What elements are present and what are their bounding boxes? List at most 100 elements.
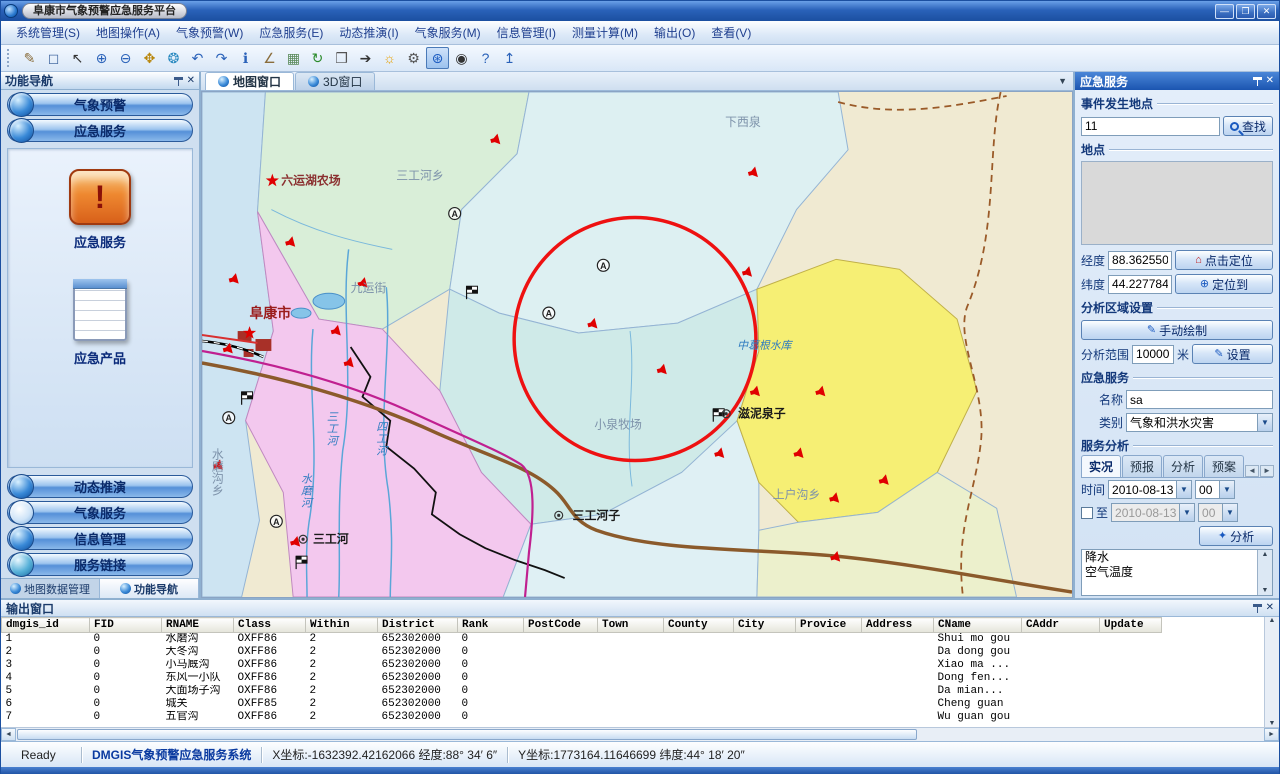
analyze-button[interactable]: ✦分析 bbox=[1199, 526, 1273, 546]
tab-forecast[interactable]: 预报 bbox=[1122, 455, 1162, 477]
column-header[interactable]: Rank bbox=[458, 618, 524, 633]
menu-item[interactable]: 系统管理(S) bbox=[9, 21, 87, 44]
vertical-scrollbar[interactable]: ▲ ▼ bbox=[1257, 550, 1272, 595]
toolbar-grip[interactable] bbox=[7, 49, 12, 67]
select-arrow-icon[interactable]: ↖ bbox=[66, 47, 89, 69]
menu-item[interactable]: 应急服务(E) bbox=[252, 21, 330, 44]
close-button[interactable]: ✕ bbox=[1257, 4, 1276, 19]
table-row[interactable]: 70五官沟OXFF8626523020000Wu guan gou bbox=[2, 711, 1162, 724]
longitude-input[interactable] bbox=[1108, 251, 1172, 270]
analysis-range-input[interactable] bbox=[1132, 345, 1174, 364]
map-tab-dropdown-icon[interactable]: ▼ bbox=[1058, 76, 1067, 86]
measure-icon[interactable]: ∠ bbox=[258, 47, 281, 69]
analysis-item-list[interactable]: 降水空气温度 ▲ ▼ bbox=[1081, 549, 1273, 596]
scroll-left-icon[interactable]: ◄ bbox=[1245, 465, 1259, 477]
zoom-out-icon[interactable]: ⊖ bbox=[114, 47, 137, 69]
previous-view-icon[interactable]: ↶ bbox=[186, 47, 209, 69]
service-type-combo[interactable]: 气象和洪水灾害▼ bbox=[1126, 413, 1273, 432]
close-icon[interactable]: ✕ bbox=[1266, 76, 1274, 86]
map-svg[interactable]: AAAAA下西泉六运湖农场三工河乡阜康市九运街中葛根水库滋泥泉子小泉牧场上户沟乡… bbox=[202, 92, 1072, 597]
time-hour-combo[interactable]: 00▼ bbox=[1195, 480, 1235, 499]
scroll-down-icon[interactable]: ▼ bbox=[1269, 720, 1276, 727]
tab-map-data-management[interactable]: 地图数据管理 bbox=[1, 579, 100, 598]
latitude-input[interactable] bbox=[1108, 275, 1172, 294]
to-hour-combo[interactable]: 00▼ bbox=[1198, 503, 1238, 522]
column-header[interactable]: Provice bbox=[796, 618, 862, 633]
table-row[interactable]: 40东风一小队OXFF8626523020000Dong fen... bbox=[2, 672, 1162, 685]
station-icon[interactable]: A bbox=[449, 208, 461, 220]
pin-icon[interactable] bbox=[1253, 76, 1262, 86]
pin-icon[interactable] bbox=[1253, 603, 1262, 613]
column-header[interactable]: FID bbox=[90, 618, 162, 633]
table-row[interactable]: 10水磨沟OXFF8626523020000Shui mo gou bbox=[2, 633, 1162, 647]
chevron-down-icon[interactable]: ▼ bbox=[1176, 481, 1191, 498]
horizontal-scrollbar[interactable]: ◄ ► bbox=[1, 727, 1279, 741]
nav-dynamic-deduction[interactable]: 动态推演 bbox=[7, 475, 193, 498]
map-canvas[interactable]: AAAAA下西泉六运湖农场三工河乡阜康市九运街中葛根水库滋泥泉子小泉牧场上户沟乡… bbox=[201, 91, 1073, 598]
close-icon[interactable]: ✕ bbox=[187, 76, 195, 86]
station-icon[interactable]: A bbox=[597, 259, 609, 271]
station-icon[interactable]: A bbox=[270, 515, 282, 527]
column-header[interactable]: Update bbox=[1100, 618, 1162, 633]
click-locate-button[interactable]: ⌂点击定位 bbox=[1175, 250, 1273, 270]
print-icon[interactable]: ❒ bbox=[330, 47, 353, 69]
table-row[interactable]: 20大冬沟OXFF8626523020000Da dong gou bbox=[2, 646, 1162, 659]
table-row[interactable]: 60城关OXFF8526523020000Cheng guan bbox=[2, 698, 1162, 711]
scroll-right-icon[interactable]: ► bbox=[1264, 728, 1279, 741]
to-checkbox[interactable] bbox=[1081, 507, 1093, 519]
table-row[interactable]: 50大面场子沟OXFF8626523020000Da mian... bbox=[2, 685, 1162, 698]
menu-item[interactable]: 输出(O) bbox=[647, 21, 702, 44]
location-search-input[interactable] bbox=[1081, 117, 1220, 136]
scrollbar-thumb[interactable] bbox=[17, 729, 917, 740]
edit-pencil-icon[interactable]: ✎ bbox=[18, 47, 41, 69]
station-icon[interactable]: A bbox=[543, 307, 555, 319]
minimize-button[interactable]: — bbox=[1215, 4, 1234, 19]
manual-draw-button[interactable]: ✎手动绘制 bbox=[1081, 320, 1273, 340]
column-header[interactable]: PostCode bbox=[524, 618, 598, 633]
tab-analyze[interactable]: 分析 bbox=[1163, 455, 1203, 477]
locate-to-button[interactable]: ⊕定位到 bbox=[1175, 274, 1273, 294]
menu-item[interactable]: 查看(V) bbox=[704, 21, 758, 44]
column-header[interactable]: Address bbox=[862, 618, 934, 633]
scroll-up-icon[interactable]: ▲ bbox=[1262, 550, 1269, 559]
set-range-button[interactable]: ✎设置 bbox=[1192, 344, 1273, 364]
nav-service-links[interactable]: 服务链接 bbox=[7, 553, 193, 576]
search-button[interactable]: 查找 bbox=[1223, 116, 1273, 136]
column-header[interactable]: Town bbox=[598, 618, 664, 633]
list-item[interactable]: 空气温度 bbox=[1082, 565, 1257, 580]
table-row[interactable]: 30小马厩沟OXFF8626523020000Xiao ma ... bbox=[2, 659, 1162, 672]
column-header[interactable]: County bbox=[664, 618, 734, 633]
scroll-up-icon[interactable]: ▲ bbox=[1269, 617, 1276, 624]
chevron-down-icon[interactable]: ▼ bbox=[1257, 414, 1272, 431]
menu-item[interactable]: 动态推演(I) bbox=[332, 21, 405, 44]
menu-item[interactable]: 信息管理(I) bbox=[490, 21, 563, 44]
station-icon[interactable]: A bbox=[223, 412, 235, 424]
scroll-left-icon[interactable]: ◄ bbox=[1, 728, 16, 741]
menu-item[interactable]: 气象预警(W) bbox=[169, 21, 250, 44]
tab-live[interactable]: 实况 bbox=[1081, 455, 1121, 477]
pin-icon[interactable] bbox=[174, 76, 183, 86]
identify-icon[interactable]: ℹ bbox=[234, 47, 257, 69]
column-header[interactable]: Within bbox=[306, 618, 378, 633]
next-view-icon[interactable]: ↷ bbox=[210, 47, 233, 69]
time-date-combo[interactable]: 2010-08-13▼ bbox=[1108, 480, 1192, 499]
place-listbox[interactable] bbox=[1081, 161, 1273, 245]
nav-weather-service[interactable]: 气象服务 bbox=[7, 501, 193, 524]
menu-item[interactable]: 气象服务(M) bbox=[408, 21, 488, 44]
layers-icon[interactable]: ▦ bbox=[282, 47, 305, 69]
list-item[interactable]: 降水 bbox=[1082, 550, 1257, 565]
column-header[interactable]: District bbox=[378, 618, 458, 633]
emergency-product-button[interactable]: 应急产品 bbox=[73, 279, 127, 367]
tab-3d-window[interactable]: 3D窗口 bbox=[295, 72, 375, 90]
refresh-icon[interactable]: ↻ bbox=[306, 47, 329, 69]
nav-info-management[interactable]: 信息管理 bbox=[7, 527, 193, 550]
service-name-input[interactable] bbox=[1126, 390, 1273, 409]
tab-function-navigation[interactable]: 功能导航 bbox=[100, 579, 199, 598]
select-rectangle-icon[interactable]: ◻ bbox=[42, 47, 65, 69]
restore-button[interactable]: ❐ bbox=[1236, 4, 1255, 19]
pan-hand-icon[interactable]: ✥ bbox=[138, 47, 161, 69]
menu-item[interactable]: 地图操作(A) bbox=[89, 21, 167, 44]
chevron-down-icon[interactable]: ▼ bbox=[1219, 481, 1234, 498]
to-date-combo[interactable]: 2010-08-13▼ bbox=[1111, 503, 1195, 522]
lightbulb-icon[interactable]: ☼ bbox=[378, 47, 401, 69]
